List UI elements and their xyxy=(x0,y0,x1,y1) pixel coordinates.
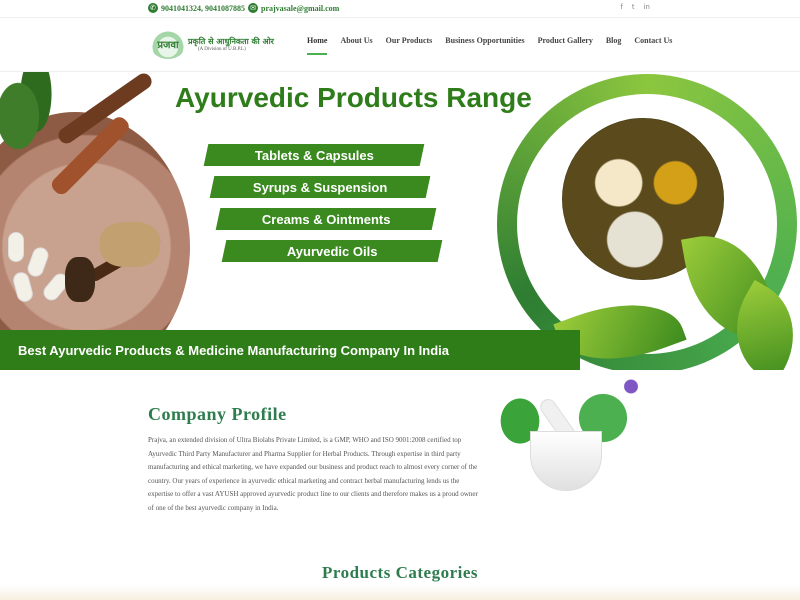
banner-item-label: Syrups & Suspension xyxy=(252,179,388,195)
capsule-image xyxy=(8,232,24,262)
banner-item-ribbon: Ayurvedic Oils xyxy=(221,240,443,262)
email-address[interactable]: prajvasale@gmail.com xyxy=(261,4,339,13)
categories-background xyxy=(0,585,800,600)
banner-item-ribbon: Syrups & Suspension xyxy=(209,176,431,198)
banner-item-ribbon: Creams & Ointments xyxy=(215,208,437,230)
nav-home[interactable]: Home xyxy=(307,36,328,55)
banner-title: Ayurvedic Products Range xyxy=(175,82,532,113)
linkedin-icon[interactable]: in xyxy=(644,3,650,11)
nav-contact-us[interactable]: Contact Us xyxy=(634,36,672,51)
logo-subtitle: (A Division of U.B.P.L) xyxy=(198,47,246,52)
ginger-image xyxy=(100,222,160,267)
banner-item-label: Tablets & Capsules xyxy=(254,147,374,163)
twitter-icon[interactable]: t xyxy=(632,3,635,11)
facebook-icon[interactable]: f xyxy=(620,3,622,11)
seed-image xyxy=(65,257,95,302)
hero-banner[interactable]: Ayurvedic Products Range Tablets & Capsu… xyxy=(0,72,800,370)
social-links: f t in xyxy=(620,3,650,11)
nav-product-gallery[interactable]: Product Gallery xyxy=(538,36,593,51)
banner-tagline-strip: Best Ayurvedic Products & Medicine Manuf… xyxy=(0,330,580,370)
phone-contact[interactable]: ✆ 9041041324, 9041087885 xyxy=(148,3,245,13)
logo-mark: प्रजवा xyxy=(150,29,186,59)
site-header: प्रजवा प्रकृति से आधुनिकता की ओर (A Divi… xyxy=(0,18,800,72)
nav-business-opportunities[interactable]: Business Opportunities xyxy=(445,36,524,51)
banner-item-label: Ayurvedic Oils xyxy=(286,243,378,259)
main-nav: Home About Us Our Products Business Oppo… xyxy=(307,36,685,55)
company-profile-title: Company Profile xyxy=(148,404,287,424)
logo-tagline: प्रकृति से आधुनिकता की ओर xyxy=(188,37,274,46)
site-logo[interactable]: प्रजवा प्रकृति से आधुनिकता की ओर (A Divi… xyxy=(150,28,274,60)
email-icon: ✉ xyxy=(248,3,258,13)
top-bar: ✆ 9041041324, 9041087885 ✉ prajvasale@gm… xyxy=(0,0,800,18)
banner-item-ribbon: Tablets & Capsules xyxy=(203,144,425,166)
leaves-image xyxy=(0,72,60,182)
nav-blog[interactable]: Blog xyxy=(606,36,622,51)
banner-item-label: Creams & Ointments xyxy=(261,211,391,227)
company-profile-text: Prajva, an extended division of Ultra Bi… xyxy=(148,436,478,512)
email-contact[interactable]: ✉ prajvasale@gmail.com xyxy=(248,3,339,13)
phone-number[interactable]: 9041041324, 9041087885 xyxy=(161,4,245,13)
products-categories-title: Products Categories xyxy=(321,563,479,582)
mortar-pestle-image xyxy=(490,376,655,496)
nav-about-us[interactable]: About Us xyxy=(340,36,372,51)
nav-our-products[interactable]: Our Products xyxy=(386,36,433,51)
phone-icon: ✆ xyxy=(148,3,158,13)
